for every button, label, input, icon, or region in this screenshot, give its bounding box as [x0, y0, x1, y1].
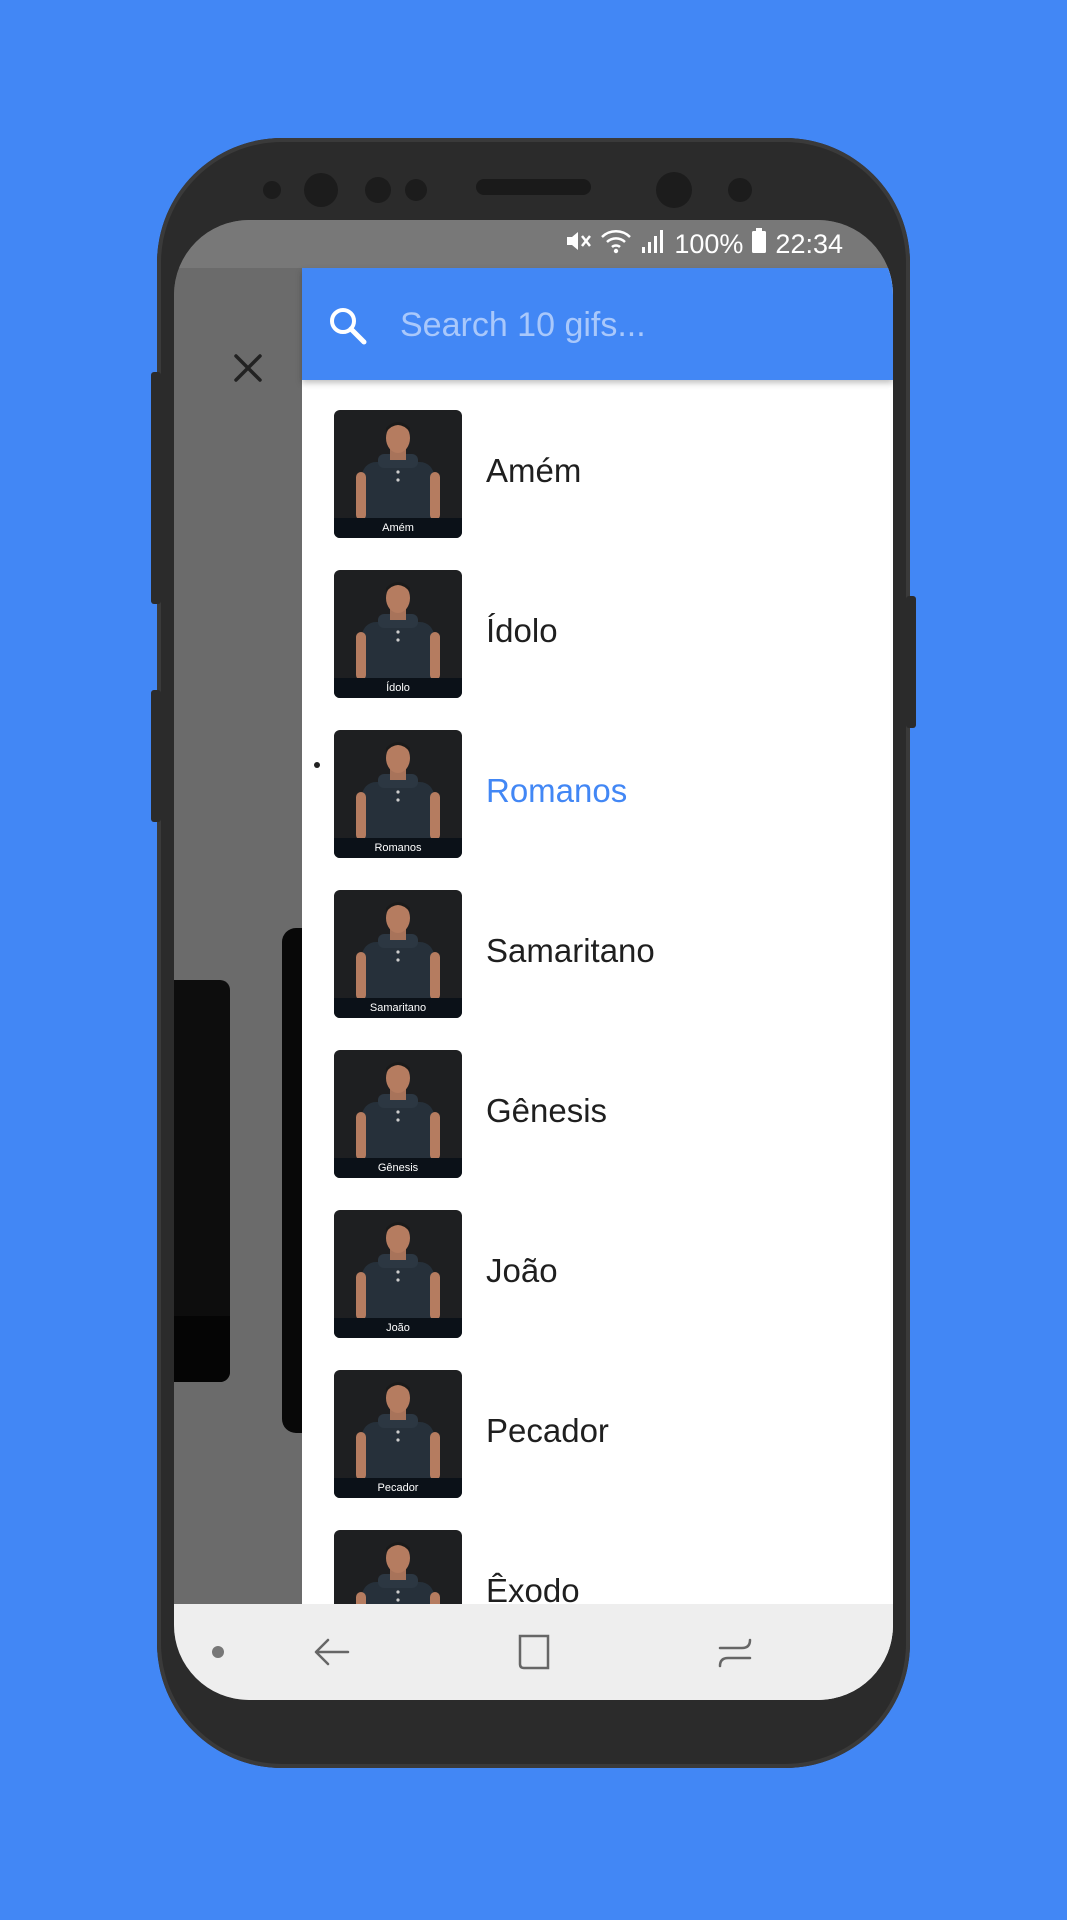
- back-icon[interactable]: [312, 1632, 352, 1672]
- status-bar: 100% 22:34: [174, 220, 893, 268]
- power-button: [906, 596, 916, 728]
- signal-icon: [640, 227, 666, 262]
- battery-percent: 100%: [674, 228, 744, 259]
- gif-thumbnail: Romanos: [334, 730, 462, 858]
- search-input[interactable]: [398, 298, 862, 352]
- clock: 22:34: [775, 228, 843, 259]
- navigation-bar: [174, 1604, 893, 1700]
- gif-label: Romanos: [486, 772, 628, 809]
- gif-list-item[interactable]: Amém Amém: [302, 410, 893, 570]
- gif-label: Gênesis: [486, 1092, 608, 1129]
- gif-caption: Romanos: [334, 838, 462, 858]
- gif-label: Ídolo: [486, 612, 558, 649]
- home-icon[interactable]: [514, 1632, 554, 1672]
- gif-label: Pecador: [486, 1412, 609, 1449]
- gif-list-item[interactable]: João João: [302, 1210, 893, 1370]
- sensor-dot: [728, 178, 752, 202]
- battery-icon: [751, 227, 767, 261]
- gif-list: Amém Amém Ídolo Ídolo Romanos Romanos Samarita…: [302, 380, 893, 1700]
- gif-caption: Gênesis: [334, 1158, 462, 1178]
- bixby-button: [151, 690, 161, 822]
- earpiece-speaker: [476, 179, 591, 195]
- search-icon[interactable]: [328, 306, 368, 346]
- front-camera: [304, 173, 338, 207]
- gif-caption: Amém: [334, 518, 462, 538]
- gif-caption: Ídolo: [334, 678, 462, 698]
- gif-caption: Pecador: [334, 1478, 462, 1498]
- gif-thumbnail: Amém: [334, 410, 462, 538]
- volume-button: [151, 372, 161, 604]
- gif-thumbnail: Gênesis: [334, 1050, 462, 1178]
- sensor-dot: [405, 179, 427, 201]
- gif-thumbnail: Pecador: [334, 1370, 462, 1498]
- nav-indicator-dot: [212, 1646, 224, 1658]
- gif-list-item[interactable]: Pecador Pecador: [302, 1370, 893, 1530]
- phone-screen: 100% 22:34 Search 10 gifs... Amém Amém Í…: [174, 220, 893, 1700]
- iris-scanner: [656, 172, 692, 208]
- gif-drawer: Amém Amém Ídolo Ídolo Romanos Romanos Samarita…: [302, 268, 893, 1700]
- gif-thumbnail: Samaritano: [334, 890, 462, 1018]
- search-bar: [302, 268, 893, 380]
- close-icon: [232, 352, 264, 389]
- gif-label: Amém: [486, 452, 582, 489]
- background-card: [174, 980, 230, 1382]
- mute-icon: [564, 227, 592, 262]
- gif-list-item[interactable]: Romanos Romanos: [302, 730, 893, 890]
- sensor-dot: [365, 177, 391, 203]
- wifi-icon: [600, 227, 632, 262]
- gif-thumbnail: João: [334, 1210, 462, 1338]
- gif-list-item[interactable]: Samaritano Samaritano: [302, 890, 893, 1050]
- gif-list-item[interactable]: Gênesis Gênesis: [302, 1050, 893, 1210]
- gif-caption: Samaritano: [334, 998, 462, 1018]
- gif-list-item[interactable]: Ídolo Ídolo: [302, 570, 893, 730]
- gif-thumbnail: Ídolo: [334, 570, 462, 698]
- recents-icon[interactable]: [716, 1632, 756, 1672]
- gif-caption: João: [334, 1318, 462, 1338]
- close-button[interactable]: [224, 346, 272, 394]
- gif-label: Samaritano: [486, 932, 655, 969]
- gif-label: João: [486, 1252, 558, 1289]
- sensor-dot: [263, 181, 281, 199]
